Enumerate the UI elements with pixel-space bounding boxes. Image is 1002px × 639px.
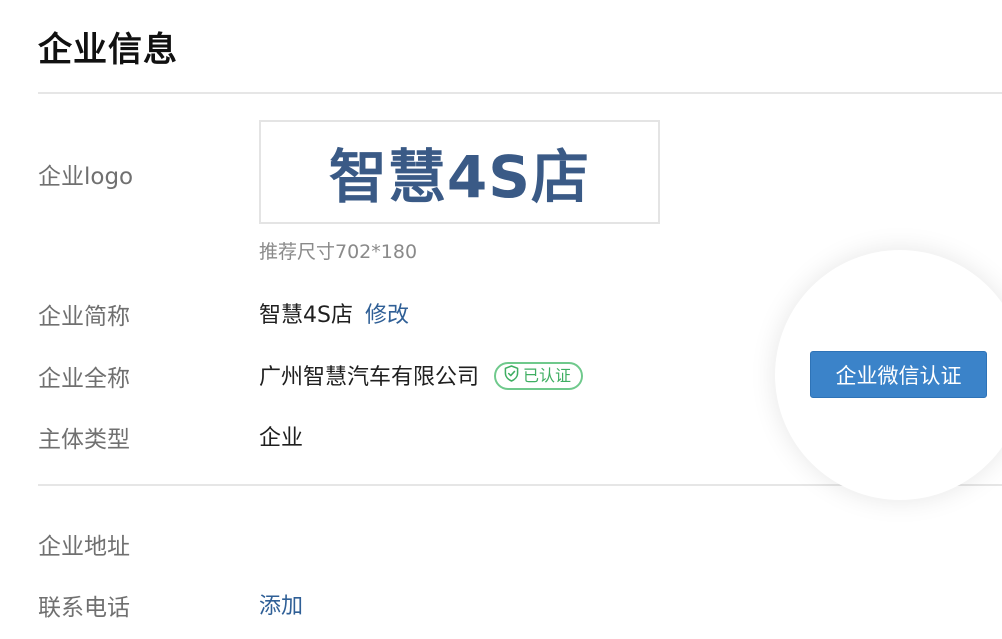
logo-size-hint: 推荐尺寸702*180 [259, 241, 418, 263]
verified-badge: 已认证 [494, 362, 584, 390]
verified-badge-text: 已认证 [523, 366, 572, 385]
logo-label: 企业logo [38, 164, 134, 190]
short-name-value-row: 智慧4S店 修改 [259, 297, 409, 329]
logo-text: 智慧4S店 [328, 143, 591, 211]
address-label: 企业地址 [38, 534, 130, 560]
full-name-label: 企业全称 [38, 366, 130, 392]
full-name-value: 广州智慧汽车有限公司 [259, 365, 480, 390]
edit-short-name-link[interactable]: 修改 [365, 303, 409, 328]
phone-add-link-row: 添加 [259, 588, 303, 620]
short-name-label: 企业简称 [38, 304, 130, 330]
header-divider [38, 92, 1002, 94]
wechat-verify-button[interactable]: 企业微信认证 [810, 351, 987, 398]
page-title: 企业信息 [38, 30, 178, 70]
entity-type-label: 主体类型 [38, 427, 130, 453]
phone-label: 联系电话 [38, 595, 130, 621]
logo-upload-box[interactable]: 智慧4S店 [259, 120, 660, 224]
entity-type-value: 企业 [259, 426, 304, 451]
short-name-value: 智慧4S店 [259, 303, 353, 328]
shield-check-icon [504, 365, 519, 387]
full-name-value-row: 广州智慧汽车有限公司 已认证 [259, 359, 584, 391]
add-phone-link[interactable]: 添加 [259, 594, 303, 619]
